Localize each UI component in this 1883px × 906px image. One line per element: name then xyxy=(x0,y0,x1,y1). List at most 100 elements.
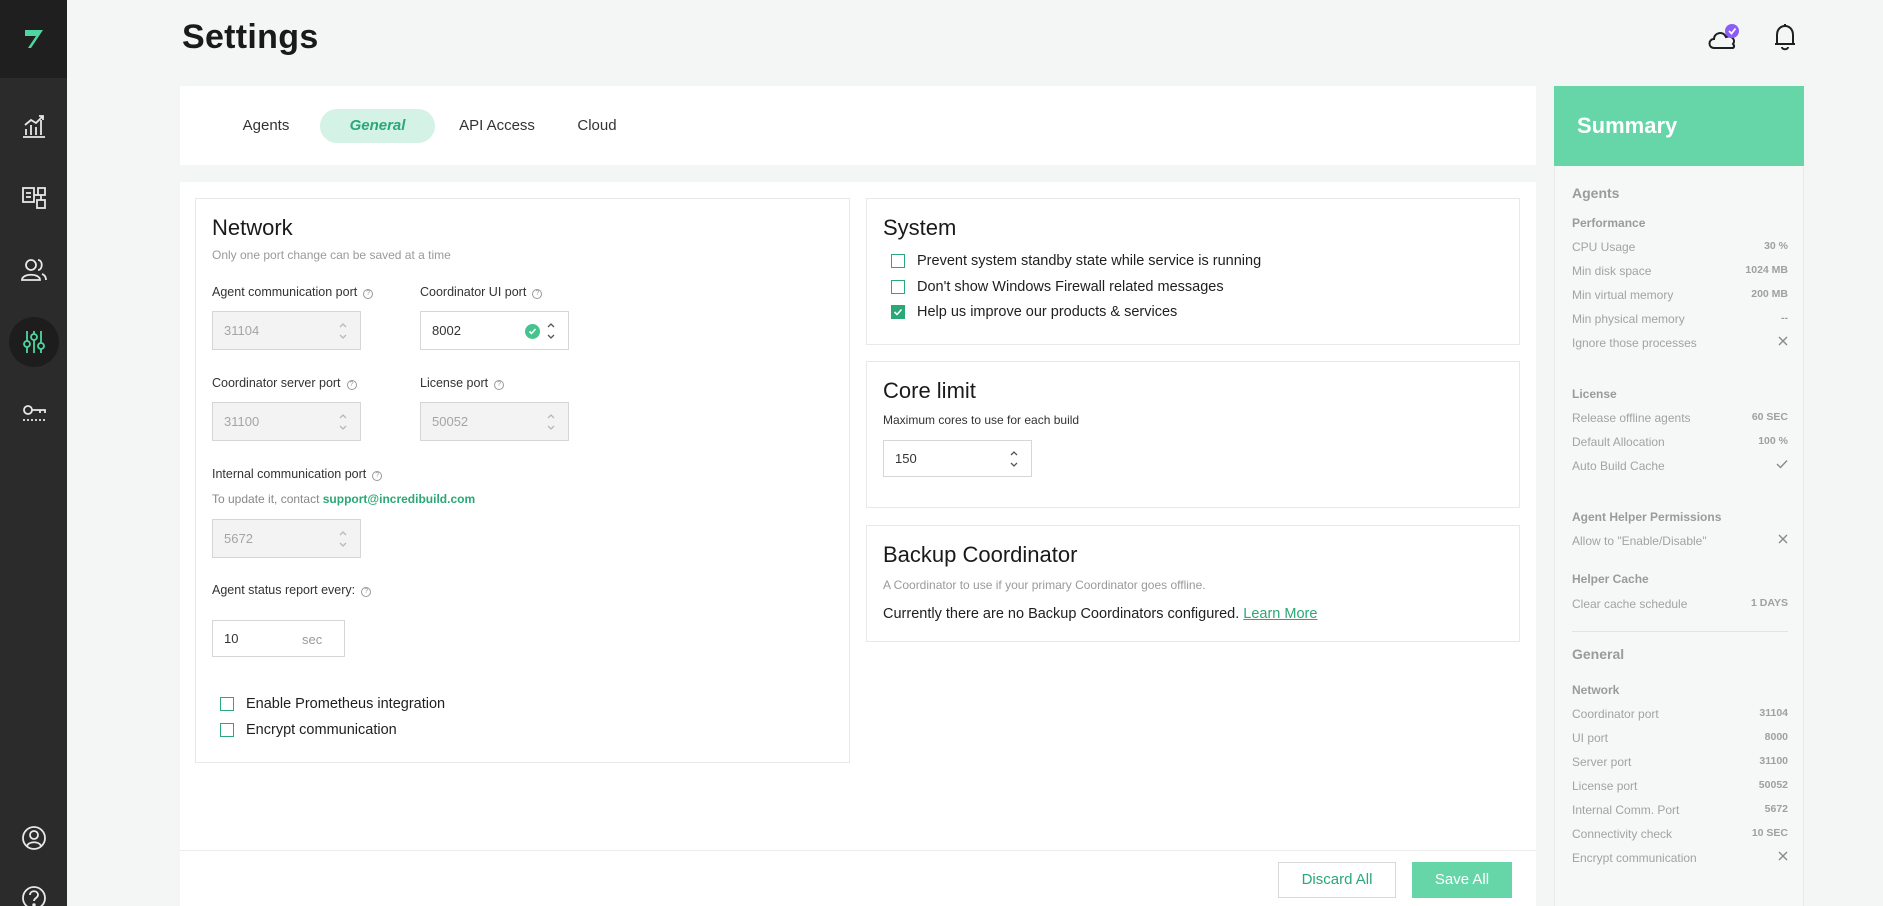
save-all-button[interactable]: Save All xyxy=(1412,862,1512,898)
summary-row: Encrypt communication xyxy=(1572,851,1788,865)
summary-row: Default Allocation 100 % xyxy=(1572,435,1788,449)
backup-status: Currently there are no Backup Coordinato… xyxy=(883,606,1318,622)
sidebar-item-builds[interactable] xyxy=(0,170,67,226)
help-icon[interactable]: ? xyxy=(372,471,383,481)
network-panel: Network Only one port change can be save… xyxy=(195,198,850,763)
help-icon xyxy=(21,886,46,906)
summary-sub-helper-permissions: Agent Helper Permissions xyxy=(1572,510,1722,524)
cloud-status-button[interactable] xyxy=(1704,18,1742,56)
sidebar xyxy=(0,0,67,906)
summary-row: Allow to "Enable/Disable" xyxy=(1572,534,1788,548)
help-icon[interactable]: ? xyxy=(361,587,372,597)
learn-more-link[interactable]: Learn More xyxy=(1243,606,1317,622)
help-icon[interactable]: ? xyxy=(363,289,374,299)
footer-divider xyxy=(180,850,1536,851)
cloud-check-icon xyxy=(1708,24,1739,49)
discard-all-button[interactable]: Discard All xyxy=(1278,862,1396,898)
summary-row: Auto Build Cache xyxy=(1572,459,1788,473)
tab-api-access[interactable]: API Access xyxy=(442,109,552,143)
summary-sub-network: Network xyxy=(1572,683,1620,697)
support-email-link[interactable]: support@incredibuild.com xyxy=(323,492,475,506)
server-port-input: 31100 xyxy=(212,402,361,441)
network-hint: Only one port change can be saved at a t… xyxy=(212,248,451,262)
summary-section-general: General xyxy=(1572,646,1625,662)
core-limit-panel: Core limit Maximum cores to use for each… xyxy=(866,361,1520,508)
logo-icon xyxy=(24,30,43,48)
tab-agents[interactable]: Agents xyxy=(224,109,308,143)
summary-row: Min disk space 1024 MB xyxy=(1572,264,1788,278)
help-icon[interactable]: ? xyxy=(346,380,357,390)
stepper-arrows-icon[interactable] xyxy=(546,320,556,342)
network-title: Network xyxy=(212,215,293,240)
sidebar-item-license[interactable] xyxy=(0,384,67,440)
core-limit-hint: Maximum cores to use for each build xyxy=(883,413,1080,427)
stepper-arrows-icon xyxy=(339,414,347,430)
check-icon xyxy=(1776,459,1788,472)
summary-sub-helper-cache: Helper Cache xyxy=(1572,572,1649,586)
summary-sub-performance: Performance xyxy=(1572,216,1646,230)
summary-row: CPU Usage 30 % xyxy=(1572,240,1788,254)
summary-row: Connectivity check 10 SEC xyxy=(1572,827,1788,841)
cross-icon xyxy=(1778,534,1788,547)
summary-section-agents: Agents xyxy=(1572,185,1620,201)
firewall-checkbox[interactable]: Don't show Windows Firewall related mess… xyxy=(891,279,1224,295)
summary-row: Min virtual memory 200 MB xyxy=(1572,288,1788,302)
encrypt-checkbox[interactable]: Encrypt communication xyxy=(220,722,397,738)
summary-row: Min physical memory -- xyxy=(1572,312,1788,326)
cross-icon xyxy=(1778,851,1788,864)
valid-check-icon xyxy=(525,324,540,339)
license-port-label: License port? xyxy=(420,376,505,390)
app-logo[interactable] xyxy=(0,0,67,78)
backup-title: Backup Coordinator xyxy=(883,542,1078,567)
notifications-button[interactable] xyxy=(1766,18,1804,56)
agent-port-input: 31104 xyxy=(212,311,361,350)
summary-row: Clear cache schedule 1 DAYS xyxy=(1572,597,1788,611)
summary-body: Agents Performance CPU Usage 30 % Min dis… xyxy=(1554,166,1804,906)
settings-tabs: Agents General API Access Cloud xyxy=(180,86,1536,165)
help-icon[interactable]: ? xyxy=(494,380,505,390)
tab-general[interactable]: General xyxy=(320,109,435,143)
improve-checkbox[interactable]: Help us improve our products & services xyxy=(891,304,1177,320)
ui-port-input[interactable]: 8002 xyxy=(420,311,569,350)
server-port-label: Coordinator server port? xyxy=(212,376,357,390)
help-icon[interactable]: ? xyxy=(532,289,543,299)
backup-coordinator-panel: Backup Coordinator A Coordinator to use … xyxy=(866,525,1520,642)
tab-cloud[interactable]: Cloud xyxy=(562,109,632,143)
system-panel: System Prevent system standby state whil… xyxy=(866,198,1520,345)
sidebar-item-dashboard[interactable] xyxy=(0,98,67,154)
checkmark-icon xyxy=(891,305,905,319)
status-report-label: Agent status report every:? xyxy=(212,583,372,597)
cross-icon xyxy=(1778,336,1788,349)
stepper-arrows-icon xyxy=(547,414,555,430)
builds-icon xyxy=(21,187,46,209)
sidebar-item-users[interactable] xyxy=(0,242,67,298)
summary-row: Release offline agents 60 SEC xyxy=(1572,411,1788,425)
page-title: Settings xyxy=(182,18,319,56)
bell-icon xyxy=(1775,24,1795,51)
license-key-icon xyxy=(22,405,46,421)
summary-row: License port 50052 xyxy=(1572,779,1788,793)
stepper-arrows-icon[interactable] xyxy=(1009,448,1019,470)
prometheus-checkbox[interactable]: Enable Prometheus integration xyxy=(220,696,445,712)
sidebar-item-settings[interactable] xyxy=(0,314,67,370)
internal-port-hint: To update it, contact support@incredibui… xyxy=(212,492,476,506)
internal-port-input: 5672 xyxy=(212,519,361,558)
user-avatar-icon xyxy=(21,826,46,850)
status-report-input[interactable]: 10 sec xyxy=(212,620,345,657)
stepper-arrows-icon xyxy=(339,323,347,339)
summary-divider xyxy=(1572,631,1788,632)
summary-row: UI port 8000 xyxy=(1572,731,1788,745)
users-icon xyxy=(20,259,47,281)
core-limit-input[interactable]: 150 xyxy=(883,440,1032,477)
general-settings-card: Network Only one port change can be save… xyxy=(180,182,1536,906)
system-title: System xyxy=(883,215,957,240)
internal-port-label: Internal communication port? xyxy=(212,467,383,481)
settings-sliders-icon xyxy=(22,331,45,353)
sidebar-item-profile[interactable] xyxy=(0,810,67,866)
stepper-arrows-icon xyxy=(339,531,347,547)
summary-panel: Summary Agents Performance CPU Usage 30 %… xyxy=(1554,86,1804,906)
ui-port-label: Coordinator UI port? xyxy=(420,285,543,299)
summary-title: Summary xyxy=(1554,86,1804,166)
standby-checkbox[interactable]: Prevent system standby state while servi… xyxy=(891,253,1261,269)
sidebar-item-help[interactable] xyxy=(0,870,67,906)
